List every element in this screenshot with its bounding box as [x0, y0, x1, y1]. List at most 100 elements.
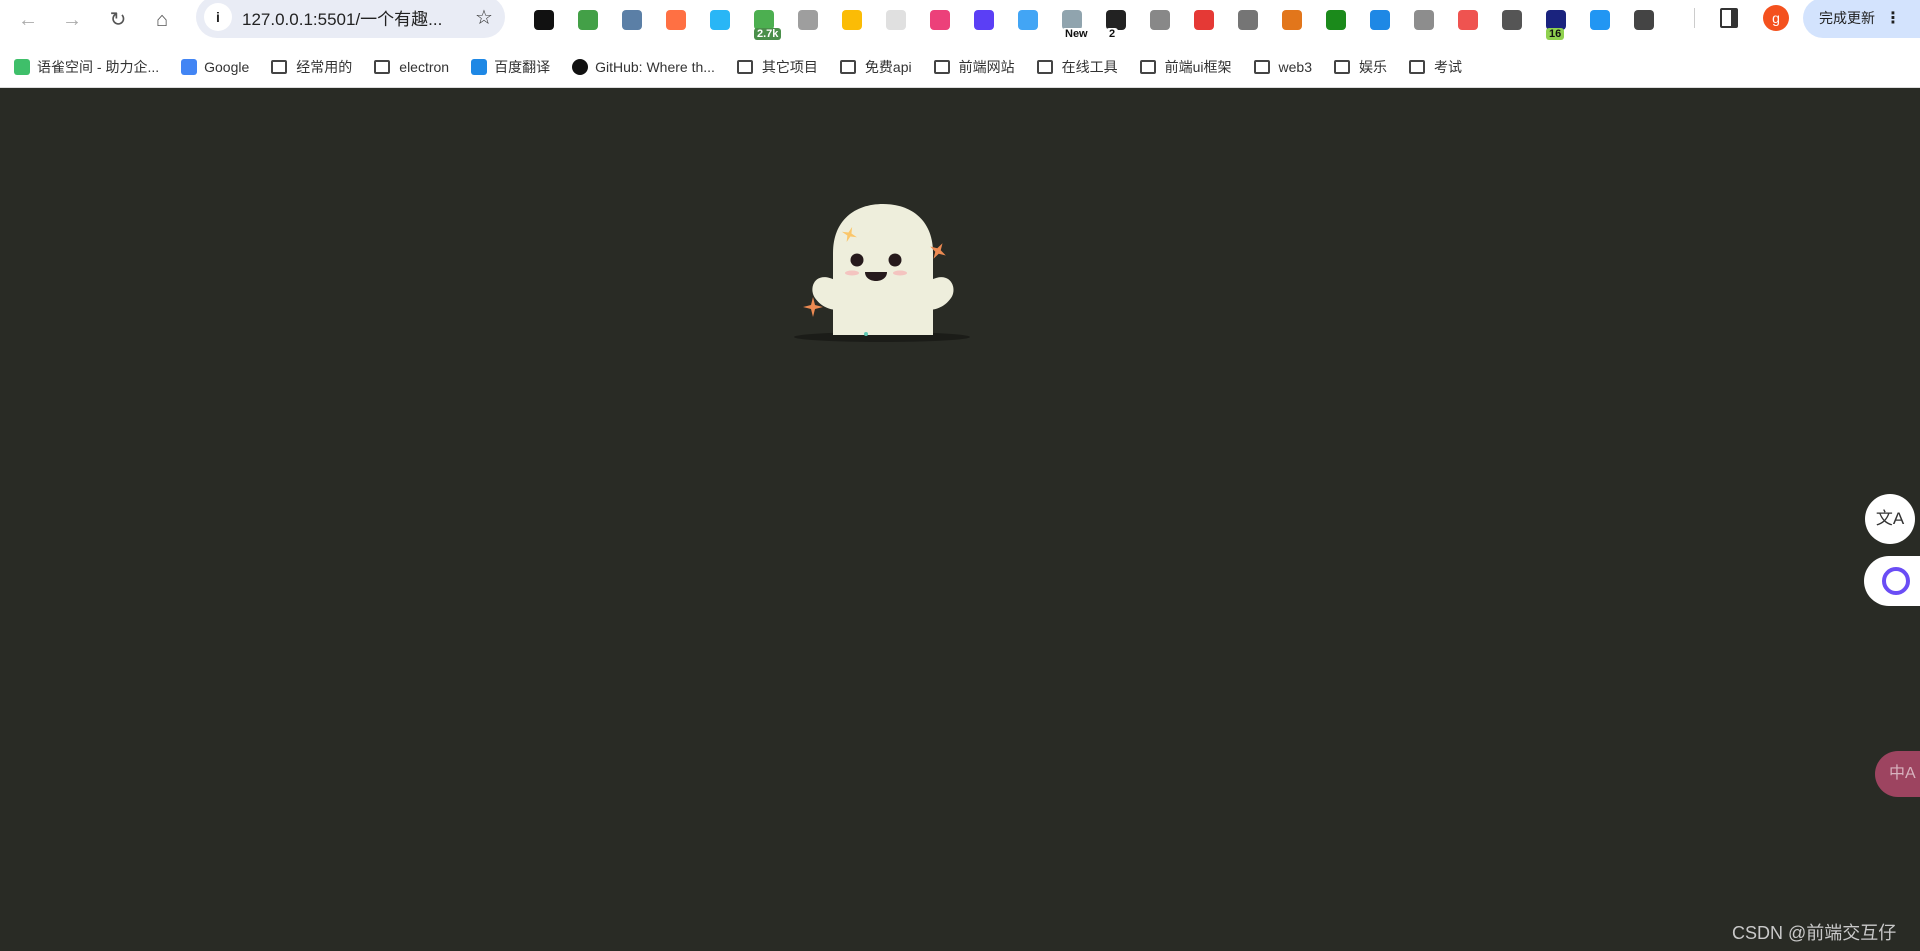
- forward-button[interactable]: →: [58, 6, 86, 34]
- extension-puzzle-icon[interactable]: [1622, 4, 1666, 36]
- address-bar[interactable]: i 127.0.0.1:5501/一个有趣... ☆: [196, 0, 505, 38]
- bookmarks-bar: 语雀空间 - 助力企... Google 经常用的 electron 百度翻译 GitHu…: [0, 46, 1920, 88]
- extension-y-ext-icon[interactable]: [1138, 4, 1182, 36]
- extension-eye-ext-icon[interactable]: [1358, 4, 1402, 36]
- extension-copy-ext-icon[interactable]: [1226, 4, 1270, 36]
- extension-a-ext-icon[interactable]: [1490, 4, 1534, 36]
- bookmark-item[interactable]: 娱乐: [1333, 57, 1387, 77]
- bookmark-item[interactable]: 百度翻译: [471, 57, 550, 77]
- y-ext-glyph: [1150, 10, 1170, 30]
- bookmark-label: 其它项目: [761, 58, 818, 75]
- extension-translate-zh-icon[interactable]: [918, 4, 962, 36]
- bookmark-item[interactable]: 前端ui框架: [1139, 57, 1232, 77]
- extension-grid-ext-icon[interactable]: [874, 4, 918, 36]
- extension-orange-circle-icon[interactable]: [654, 4, 698, 36]
- back-button[interactable]: ←: [14, 6, 42, 34]
- folder-icon: [736, 59, 753, 74]
- extension-n-ext-icon[interactable]: [1402, 4, 1446, 36]
- folder-icon: [271, 59, 288, 74]
- eye-ext-glyph: [1370, 10, 1390, 30]
- bowl-glyph: [710, 10, 730, 30]
- extension-green-ext-icon[interactable]: 2.7k: [742, 4, 786, 40]
- profile-avatar[interactable]: g: [1763, 5, 1789, 31]
- side-panel-icon[interactable]: [1720, 8, 1738, 28]
- bookmark-label: electron: [399, 58, 450, 75]
- ghost-right-blush: [893, 270, 907, 276]
- translate-floating-button[interactable]: 文A: [1865, 494, 1915, 544]
- folder-icon: [933, 59, 950, 74]
- extension-color-ring-icon[interactable]: [830, 4, 874, 36]
- folder-icon: [1253, 59, 1270, 74]
- bookmark-label: 前端ui框架: [1164, 58, 1232, 75]
- download-arrow-glyph: [1326, 10, 1346, 30]
- bookmark-item[interactable]: 在线工具: [1036, 57, 1118, 77]
- bookmark-item[interactable]: 考试: [1408, 57, 1462, 77]
- monica-floating-button[interactable]: [1864, 556, 1920, 606]
- person-ext-glyph: [1590, 10, 1610, 30]
- bookmark-label: 在线工具: [1061, 58, 1118, 75]
- address-url[interactable]: 127.0.0.1:5501/一个有趣...: [242, 5, 475, 30]
- folder-icon: [374, 59, 391, 74]
- copy-ext-glyph: [1238, 10, 1258, 30]
- update-button[interactable]: 完成更新 ⋮: [1803, 0, 1920, 38]
- extension-badge: 2: [1106, 28, 1119, 40]
- bookmark-label: 免费api: [864, 58, 912, 75]
- extension-bookmark-star-icon[interactable]: [610, 4, 654, 36]
- face-glyph: [798, 10, 818, 30]
- ghost-left-eye: [850, 253, 864, 267]
- folder-icon: [1139, 59, 1156, 74]
- bookmark-item[interactable]: 经常用的: [271, 57, 352, 77]
- bookmark-item[interactable]: web3: [1253, 58, 1312, 75]
- extension-tampermonkey-icon[interactable]: [522, 4, 566, 36]
- extension-face-icon[interactable]: [786, 4, 830, 36]
- folder-icon: [1036, 59, 1053, 74]
- extension-metamask-icon[interactable]: [1270, 4, 1314, 36]
- bookmark-label: 考试: [1433, 58, 1462, 75]
- orange-circle-glyph: [666, 10, 686, 30]
- home-button[interactable]: ⌂: [148, 6, 176, 34]
- extension-confetti-icon[interactable]: [1446, 4, 1490, 36]
- extension-blue-ext-icon[interactable]: 16: [1534, 4, 1578, 40]
- extension-person-ext-icon[interactable]: [1578, 4, 1622, 36]
- bookmark-item[interactable]: 语雀空间 - 助力企...: [14, 57, 159, 77]
- ghost-illustration: [790, 200, 980, 345]
- monica-icon: [1882, 567, 1910, 595]
- green-ext-glyph: [754, 10, 774, 30]
- sparkle-teal: [864, 332, 868, 336]
- extension-badge: 16: [1546, 28, 1565, 40]
- dark-ext-glyph: [1106, 10, 1126, 30]
- bookmark-item[interactable]: GitHub: Where th...: [572, 58, 715, 75]
- extension-badge: 2.7k: [754, 28, 782, 40]
- n-ext-glyph: [1414, 10, 1434, 30]
- bookmark-star-icon[interactable]: ☆: [475, 5, 505, 30]
- site-info-icon[interactable]: i: [204, 3, 232, 31]
- extension-download-arrow-icon[interactable]: [1314, 4, 1358, 36]
- reload-button[interactable]: ↻: [104, 6, 132, 34]
- extension-shield-icon[interactable]: [566, 4, 610, 36]
- extension-chrome-dark-icon[interactable]: [1182, 4, 1226, 36]
- bookmark-label: 百度翻译: [494, 58, 551, 75]
- extension-screenshot-icon[interactable]: [1006, 4, 1050, 36]
- puzzle-glyph: [1634, 10, 1654, 30]
- bookmark-label: web3: [1278, 58, 1312, 75]
- bookmark-item[interactable]: Google: [181, 58, 249, 75]
- extension-monica-icon[interactable]: [962, 4, 1006, 36]
- bookmark-item[interactable]: 免费api: [839, 57, 912, 77]
- ghost-right-eye: [888, 253, 902, 267]
- divider: [1694, 8, 1695, 28]
- blue-ext-glyph: [1546, 10, 1566, 30]
- bookmark-label: 语雀空间 - 助力企...: [37, 58, 160, 75]
- google-icon: [181, 58, 198, 75]
- menu-dots-icon[interactable]: ⋮: [1885, 8, 1901, 28]
- update-label: 完成更新: [1819, 10, 1875, 26]
- ghost-body: [833, 204, 933, 335]
- extension-new-ext-icon[interactable]: New: [1050, 4, 1094, 40]
- extension-dark-ext-icon[interactable]: 2: [1094, 4, 1138, 40]
- extensions-bar: 2.7k New 2 16: [522, 4, 1666, 40]
- bookmark-item[interactable]: 前端网站: [933, 57, 1015, 77]
- translate-zh-floating-button[interactable]: 中A: [1875, 751, 1920, 797]
- extension-bowl-icon[interactable]: [698, 4, 742, 36]
- bookmark-item[interactable]: 其它项目: [736, 57, 818, 77]
- bookmark-item[interactable]: electron: [374, 59, 449, 75]
- csdn-watermark: CSDN @前端交互仔: [1732, 923, 1897, 943]
